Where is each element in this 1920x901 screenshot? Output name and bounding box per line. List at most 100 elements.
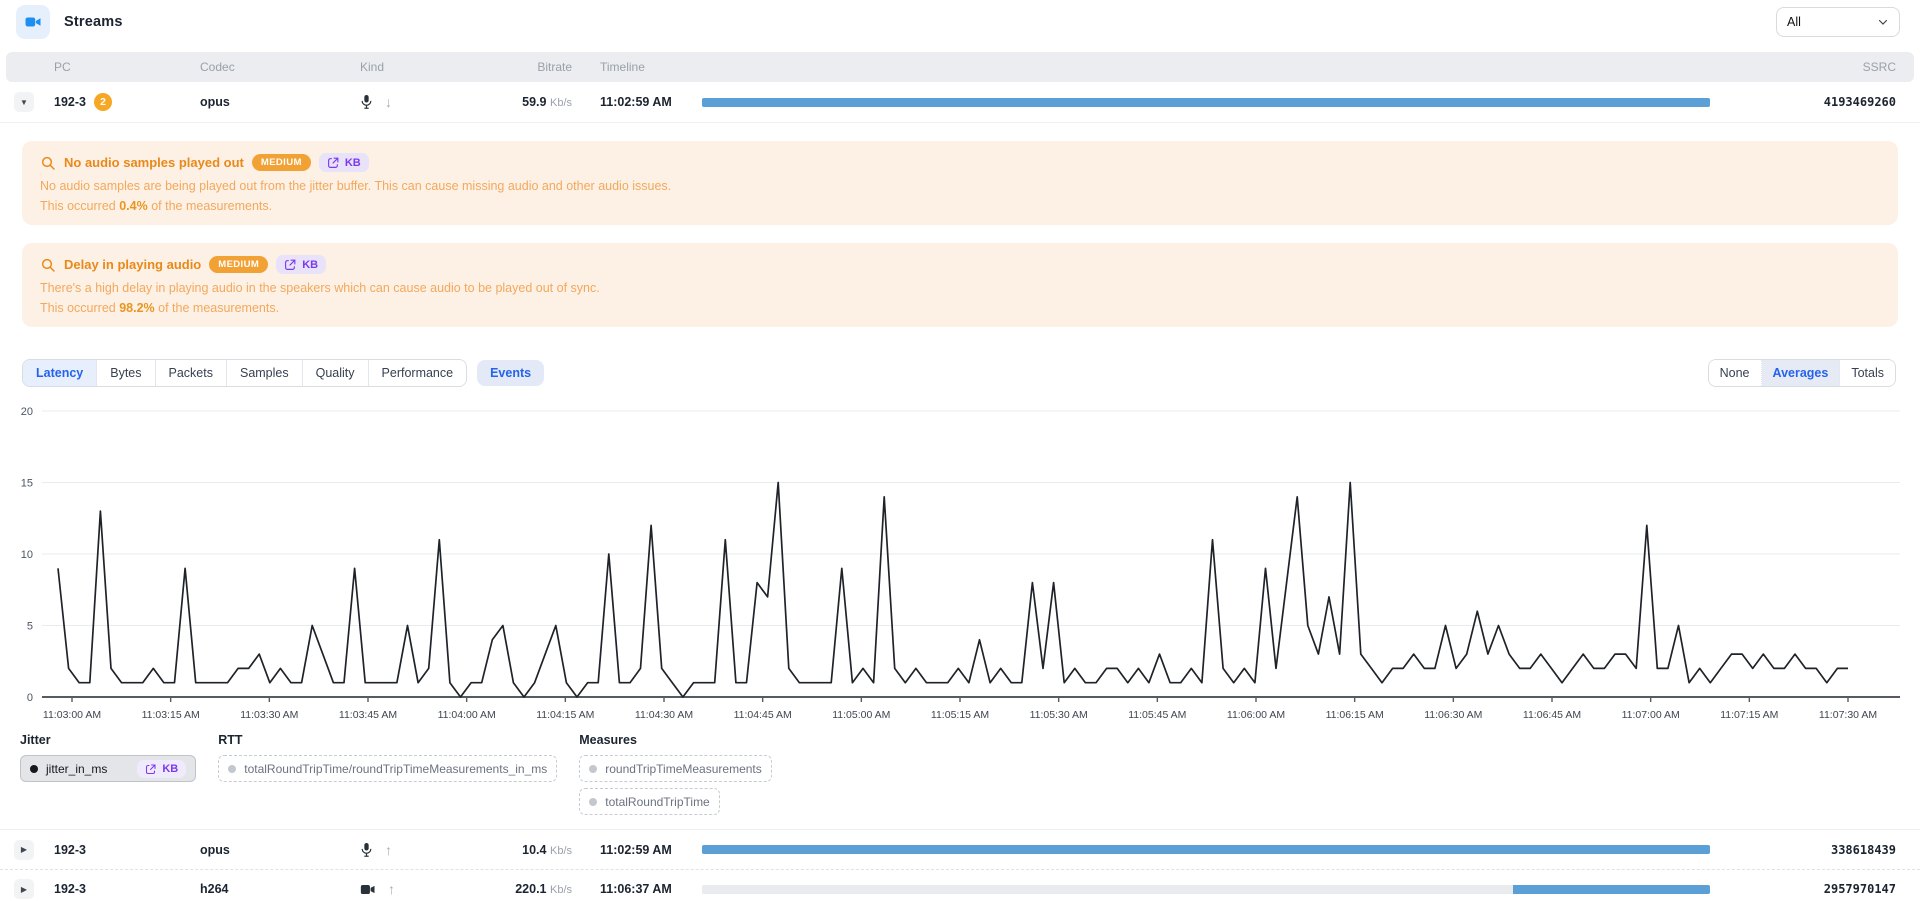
svg-text:11:06:00 AM: 11:06:00 AM: [1227, 709, 1285, 721]
expand-row-button[interactable]: ▶: [14, 840, 34, 860]
legend-item-total-round-trip-time-ratio[interactable]: totalRoundTripTime/roundTripTimeMeasurem…: [218, 755, 557, 782]
tab-bytes[interactable]: Bytes: [97, 360, 155, 386]
legend-item-round-trip-time-measurements[interactable]: roundTripTimeMeasurements: [579, 755, 772, 782]
legend-group-measures: Measures roundTripTimeMeasurements total…: [579, 733, 772, 815]
bitrate-unit: Kb/s: [550, 884, 572, 896]
view-mode-averages[interactable]: Averages: [1762, 360, 1841, 386]
share-icon: [327, 156, 340, 169]
expand-row-button[interactable]: ▶: [14, 879, 34, 899]
legend-heading: Jitter: [20, 733, 196, 747]
share-icon: [284, 258, 297, 271]
svg-text:11:05:30 AM: 11:05:30 AM: [1030, 709, 1088, 721]
table-row[interactable]: ▼ 192-3 2 opus ↓ 59.9 Kb/s 11:02:59 AM 4…: [0, 82, 1920, 122]
timeline-bar[interactable]: [702, 885, 1710, 894]
issue-occurrence: This occurred 0.4% of the measurements.: [40, 199, 1880, 213]
timeline-bar[interactable]: [702, 98, 1710, 107]
svg-text:11:07:00 AM: 11:07:00 AM: [1622, 709, 1680, 721]
svg-text:20: 20: [21, 406, 33, 418]
occurrence-percent: 98.2%: [119, 301, 154, 315]
app-header: Streams All: [0, 0, 1920, 44]
timeline-bar-fill: [702, 845, 1710, 854]
issue-occurrence: This occurred 98.2% of the measurements.: [40, 301, 1880, 315]
metric-tab-group: LatencyBytesPacketsSamplesQualityPerform…: [22, 359, 467, 387]
tab-latency[interactable]: Latency: [23, 360, 97, 386]
outbound-arrow-icon: ↑: [388, 881, 395, 897]
share-icon: [145, 763, 157, 775]
codec-label: opus: [200, 843, 360, 857]
series-dot: [30, 765, 38, 773]
series-dot: [589, 765, 597, 773]
issue-title: Delay in playing audio: [64, 257, 201, 272]
svg-text:11:04:15 AM: 11:04:15 AM: [536, 709, 594, 721]
bitrate-unit: Kb/s: [550, 97, 572, 109]
timeline-bar[interactable]: [702, 845, 1710, 854]
severity-badge: MEDIUM: [209, 256, 268, 273]
svg-text:11:03:45 AM: 11:03:45 AM: [339, 709, 397, 721]
col-header-codec: Codec: [200, 60, 360, 74]
kb-label: KB: [302, 259, 318, 271]
table-row[interactable]: ▶ 192-3 h264 ↑ 220.1 Kb/s 11:06:37 AM 29…: [0, 869, 1920, 901]
view-mode-totals[interactable]: Totals: [1840, 360, 1895, 386]
svg-text:15: 15: [21, 478, 33, 490]
occurrence-percent: 0.4%: [119, 199, 148, 213]
severity-badge: MEDIUM: [252, 154, 311, 171]
events-toggle[interactable]: Events: [477, 360, 544, 386]
col-header-bitrate: Bitrate: [472, 60, 572, 74]
kb-label: KB: [162, 763, 178, 775]
svg-text:11:04:30 AM: 11:04:30 AM: [635, 709, 693, 721]
stream-filter-select[interactable]: All: [1776, 7, 1900, 37]
start-time: 11:06:37 AM: [572, 882, 702, 896]
issue-count-badge: 2: [94, 93, 112, 111]
ssrc-value: 338618439: [1726, 843, 1896, 857]
col-header-pc: PC: [54, 60, 200, 74]
legend-item-total-round-trip-time[interactable]: totalRoundTripTime: [579, 788, 719, 815]
collapse-row-button[interactable]: ▼: [14, 92, 34, 112]
ssrc-value: 2957970147: [1726, 882, 1896, 896]
kb-label: KB: [345, 157, 361, 169]
tab-packets[interactable]: Packets: [156, 360, 227, 386]
video-camera-icon: [24, 13, 42, 31]
legend-group-rtt: RTT totalRoundTripTime/roundTripTimeMeas…: [218, 733, 557, 782]
microphone-icon: [360, 842, 373, 858]
stream-details-panel: No audio samples played out MEDIUM KB No…: [0, 122, 1920, 829]
svg-text:11:04:45 AM: 11:04:45 AM: [734, 709, 792, 721]
kb-link[interactable]: KB: [319, 153, 369, 172]
issue-description: No audio samples are being played out fr…: [40, 178, 1880, 195]
svg-text:11:03:00 AM: 11:03:00 AM: [43, 709, 101, 721]
aggregation-toggle-group: NoneAveragesTotals: [1708, 359, 1896, 387]
chevron-down-icon: [1877, 16, 1889, 28]
kb-link[interactable]: KB: [276, 255, 326, 274]
series-dot: [228, 765, 236, 773]
view-mode-none[interactable]: None: [1709, 360, 1762, 386]
tab-performance[interactable]: Performance: [369, 360, 467, 386]
search-icon: [40, 257, 56, 273]
svg-text:11:04:00 AM: 11:04:00 AM: [438, 709, 496, 721]
legend-heading: Measures: [579, 733, 772, 747]
filter-selected-value: All: [1787, 15, 1801, 29]
col-header-kind: Kind: [360, 60, 472, 74]
start-time: 11:02:59 AM: [572, 95, 702, 109]
chart-legend: Jitter jitter_in_ms KB RTT: [20, 733, 1920, 815]
legend-item-jitter-in-ms[interactable]: jitter_in_ms KB: [20, 755, 196, 782]
svg-text:11:05:45 AM: 11:05:45 AM: [1128, 709, 1186, 721]
timeline-bar-fill: [1513, 885, 1710, 894]
codec-label: h264: [200, 882, 360, 896]
svg-text:5: 5: [27, 621, 33, 633]
legend-group-jitter: Jitter jitter_in_ms KB: [20, 733, 196, 782]
timeline-bar-fill: [702, 98, 1710, 107]
inbound-arrow-icon: ↓: [385, 94, 392, 110]
issue-description: There's a high delay in playing audio in…: [40, 280, 1880, 297]
microphone-icon: [360, 94, 373, 110]
page-title: Streams: [64, 14, 123, 30]
table-row[interactable]: ▶ 192-3 opus ↑ 10.4 Kb/s 11:02:59 AM 338…: [0, 829, 1920, 869]
latency-chart: 0510152011:03:00 AM11:03:15 AM11:03:30 A…: [6, 397, 1912, 729]
issue-card: No audio samples played out MEDIUM KB No…: [22, 141, 1898, 225]
svg-text:11:06:30 AM: 11:06:30 AM: [1424, 709, 1482, 721]
start-time: 11:02:59 AM: [572, 843, 702, 857]
svg-text:11:07:15 AM: 11:07:15 AM: [1720, 709, 1778, 721]
kb-link[interactable]: KB: [137, 760, 186, 778]
search-icon: [40, 155, 56, 171]
jitter-line-chart: 0510152011:03:00 AM11:03:15 AM11:03:30 A…: [6, 397, 1912, 729]
tab-quality[interactable]: Quality: [303, 360, 369, 386]
tab-samples[interactable]: Samples: [227, 360, 303, 386]
